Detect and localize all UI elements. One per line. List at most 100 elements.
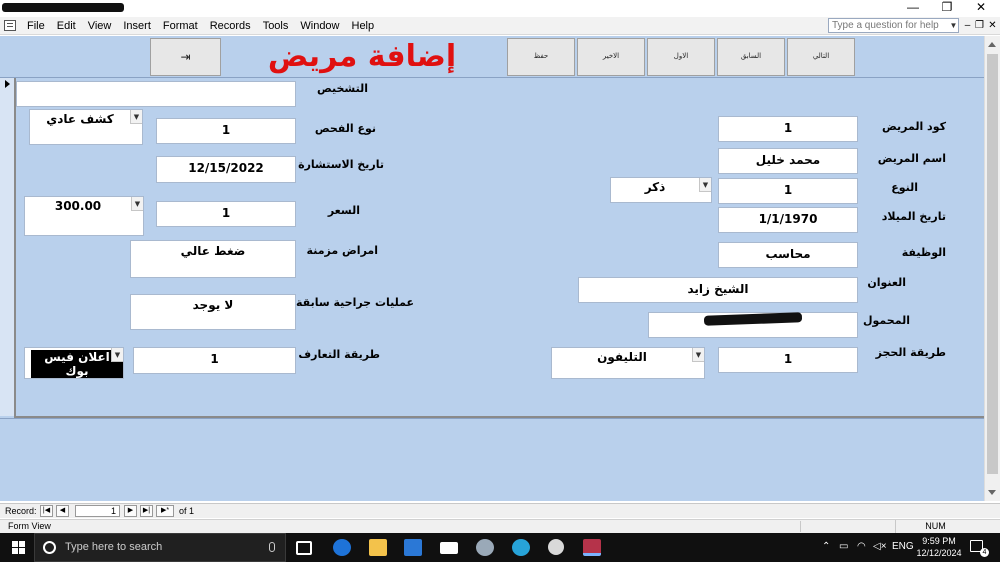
status-bar: Form View NUM — [0, 519, 1000, 533]
restore-button[interactable]: ❐ — [930, 0, 964, 17]
clock-date: 12/12/2024 — [916, 548, 962, 558]
form-icon[interactable] — [4, 20, 16, 31]
booking-method-combo[interactable]: التليفون ▼ — [551, 347, 705, 379]
volume-muted-icon[interactable]: ◁× — [873, 541, 887, 552]
address-field[interactable]: الشيخ زايد — [578, 277, 858, 303]
referral-code-field[interactable]: 1 — [133, 347, 296, 374]
gender-combo-value: ذكر — [644, 180, 666, 194]
next-record-nav-button[interactable]: ▶ — [124, 505, 137, 517]
minimize-button[interactable]: — — [896, 0, 930, 17]
store-icon[interactable] — [404, 539, 422, 556]
app-icon[interactable] — [476, 539, 494, 556]
add-patient-form: ⇥ إضافة مريض حفظ الاخير الاول السابق الت… — [0, 36, 984, 501]
price-code-field[interactable]: 1 — [156, 201, 296, 227]
booking-method-label: طريقة الحجز — [875, 346, 946, 359]
address-label: العنوان — [867, 276, 906, 289]
task-view-icon[interactable] — [296, 541, 312, 555]
prev-record-button[interactable]: السابق — [717, 38, 785, 76]
form-title: إضافة مريض — [267, 39, 457, 74]
birth-date-field[interactable]: 1/1/1970 — [718, 207, 858, 233]
menu-tools[interactable]: Tools — [263, 20, 289, 32]
menu-file[interactable]: File — [27, 20, 45, 32]
price-value: 300.00 — [54, 199, 102, 213]
chevron-down-icon[interactable]: ▼ — [948, 18, 959, 33]
first-record-button[interactable]: الاول — [647, 38, 715, 76]
gender-code-field[interactable]: 1 — [718, 178, 858, 204]
mdi-restore-button[interactable]: ❐ — [973, 18, 986, 33]
taskbar-search[interactable]: Type here to search — [34, 533, 286, 562]
access-icon[interactable] — [583, 539, 601, 556]
consult-date-field[interactable]: 12/15/2022 — [156, 156, 296, 183]
gender-combo[interactable]: ذكر ▼ — [610, 177, 712, 203]
menu-edit[interactable]: Edit — [57, 20, 76, 32]
network-icon[interactable]: ◠ — [857, 541, 866, 552]
mobile-label: المحمول — [862, 314, 910, 327]
referral-label: طريقة التعارف — [298, 348, 380, 361]
menu-list: File Edit View Insert Format Records Too… — [27, 20, 374, 32]
exam-type-code-field[interactable]: 1 — [156, 118, 296, 144]
mdi-close-button[interactable]: ✕ — [986, 18, 999, 33]
patient-name-field[interactable]: محمد خليل — [718, 148, 858, 174]
job-field[interactable]: محاسب — [718, 242, 858, 268]
scroll-thumb[interactable] — [987, 54, 998, 474]
chevron-down-icon[interactable]: ▼ — [131, 197, 143, 211]
chevron-down-icon[interactable]: ▼ — [692, 348, 704, 362]
battery-icon[interactable]: ▭ — [839, 541, 848, 552]
next-record-button[interactable]: التالي — [787, 38, 855, 76]
settings-gear-icon[interactable] — [548, 539, 564, 555]
patient-code-field[interactable]: 1 — [718, 116, 858, 142]
diagnosis-label: التشخيص — [316, 82, 368, 95]
file-explorer-icon[interactable] — [369, 539, 387, 556]
menu-help[interactable]: Help — [352, 20, 375, 32]
exit-button[interactable]: ⇥ — [150, 38, 221, 76]
first-record-nav-button[interactable]: |◀ — [40, 505, 53, 517]
close-button[interactable]: ✕ — [964, 0, 998, 17]
last-record-nav-button[interactable]: ▶| — [140, 505, 153, 517]
chevron-down-icon[interactable]: ▼ — [699, 178, 711, 192]
booking-code-field[interactable]: 1 — [718, 347, 858, 373]
previous-surgeries-field[interactable]: لا يوجد — [130, 294, 296, 330]
menu-window[interactable]: Window — [300, 20, 339, 32]
current-record-icon — [5, 80, 10, 88]
language-indicator[interactable]: ENG — [892, 541, 914, 552]
save-button[interactable]: حفظ — [507, 38, 575, 76]
last-record-button[interactable]: الاخير — [577, 38, 645, 76]
taskbar-search-placeholder: Type here to search — [65, 541, 163, 553]
record-count: of 1 — [179, 506, 195, 516]
new-record-nav-button[interactable]: ▶* — [156, 505, 174, 517]
referral-combo[interactable]: اعلان فيس بوك ▼ — [24, 347, 124, 379]
edge-browser-icon[interactable] — [512, 539, 530, 556]
current-record-input[interactable]: 1 — [75, 505, 120, 517]
record-selector[interactable] — [0, 78, 16, 416]
vertical-scrollbar[interactable] — [984, 36, 1000, 501]
edge-icon[interactable] — [333, 539, 351, 556]
exam-type-combo[interactable]: كشف عادي ▼ — [29, 109, 143, 145]
patient-name-label: اسم المريض — [877, 152, 946, 165]
mail-icon[interactable] — [440, 542, 458, 554]
prev-record-nav-button[interactable]: ◀ — [56, 505, 69, 517]
chevron-down-icon[interactable]: ▼ — [130, 110, 142, 124]
chevron-down-icon[interactable]: ▼ — [111, 348, 123, 362]
help-search-input[interactable]: Type a question for help — [828, 18, 959, 33]
menu-insert[interactable]: Insert — [123, 20, 151, 32]
notification-count-badge: 4 — [980, 548, 989, 557]
clock-time: 9:59 PM — [922, 536, 956, 546]
chronic-diseases-field[interactable]: ضغط عالي — [130, 240, 296, 278]
gender-label: النوع — [891, 181, 918, 194]
birth-date-label: تاريخ الميلاد — [881, 210, 946, 223]
job-label: الوظيفة — [901, 246, 946, 259]
menu-view[interactable]: View — [88, 20, 112, 32]
menu-format[interactable]: Format — [163, 20, 198, 32]
consult-date-label: تاريخ الاستشارة — [298, 158, 384, 171]
scroll-up-icon[interactable] — [988, 42, 996, 47]
diagnosis-field[interactable] — [16, 81, 296, 107]
scroll-down-icon[interactable] — [988, 490, 996, 495]
exam-type-value: كشف عادي — [46, 112, 114, 126]
menu-records[interactable]: Records — [210, 20, 251, 32]
windows-start-icon[interactable] — [12, 541, 25, 554]
tray-chevron-up-icon[interactable]: ⌃ — [822, 541, 830, 552]
taskbar-clock[interactable]: 9:59 PM 12/12/2024 — [915, 535, 963, 559]
chronic-diseases-label: امراض مزمنة — [306, 244, 378, 257]
price-combo[interactable]: 300.00 ▼ — [24, 196, 144, 236]
microphone-icon[interactable] — [269, 542, 275, 552]
